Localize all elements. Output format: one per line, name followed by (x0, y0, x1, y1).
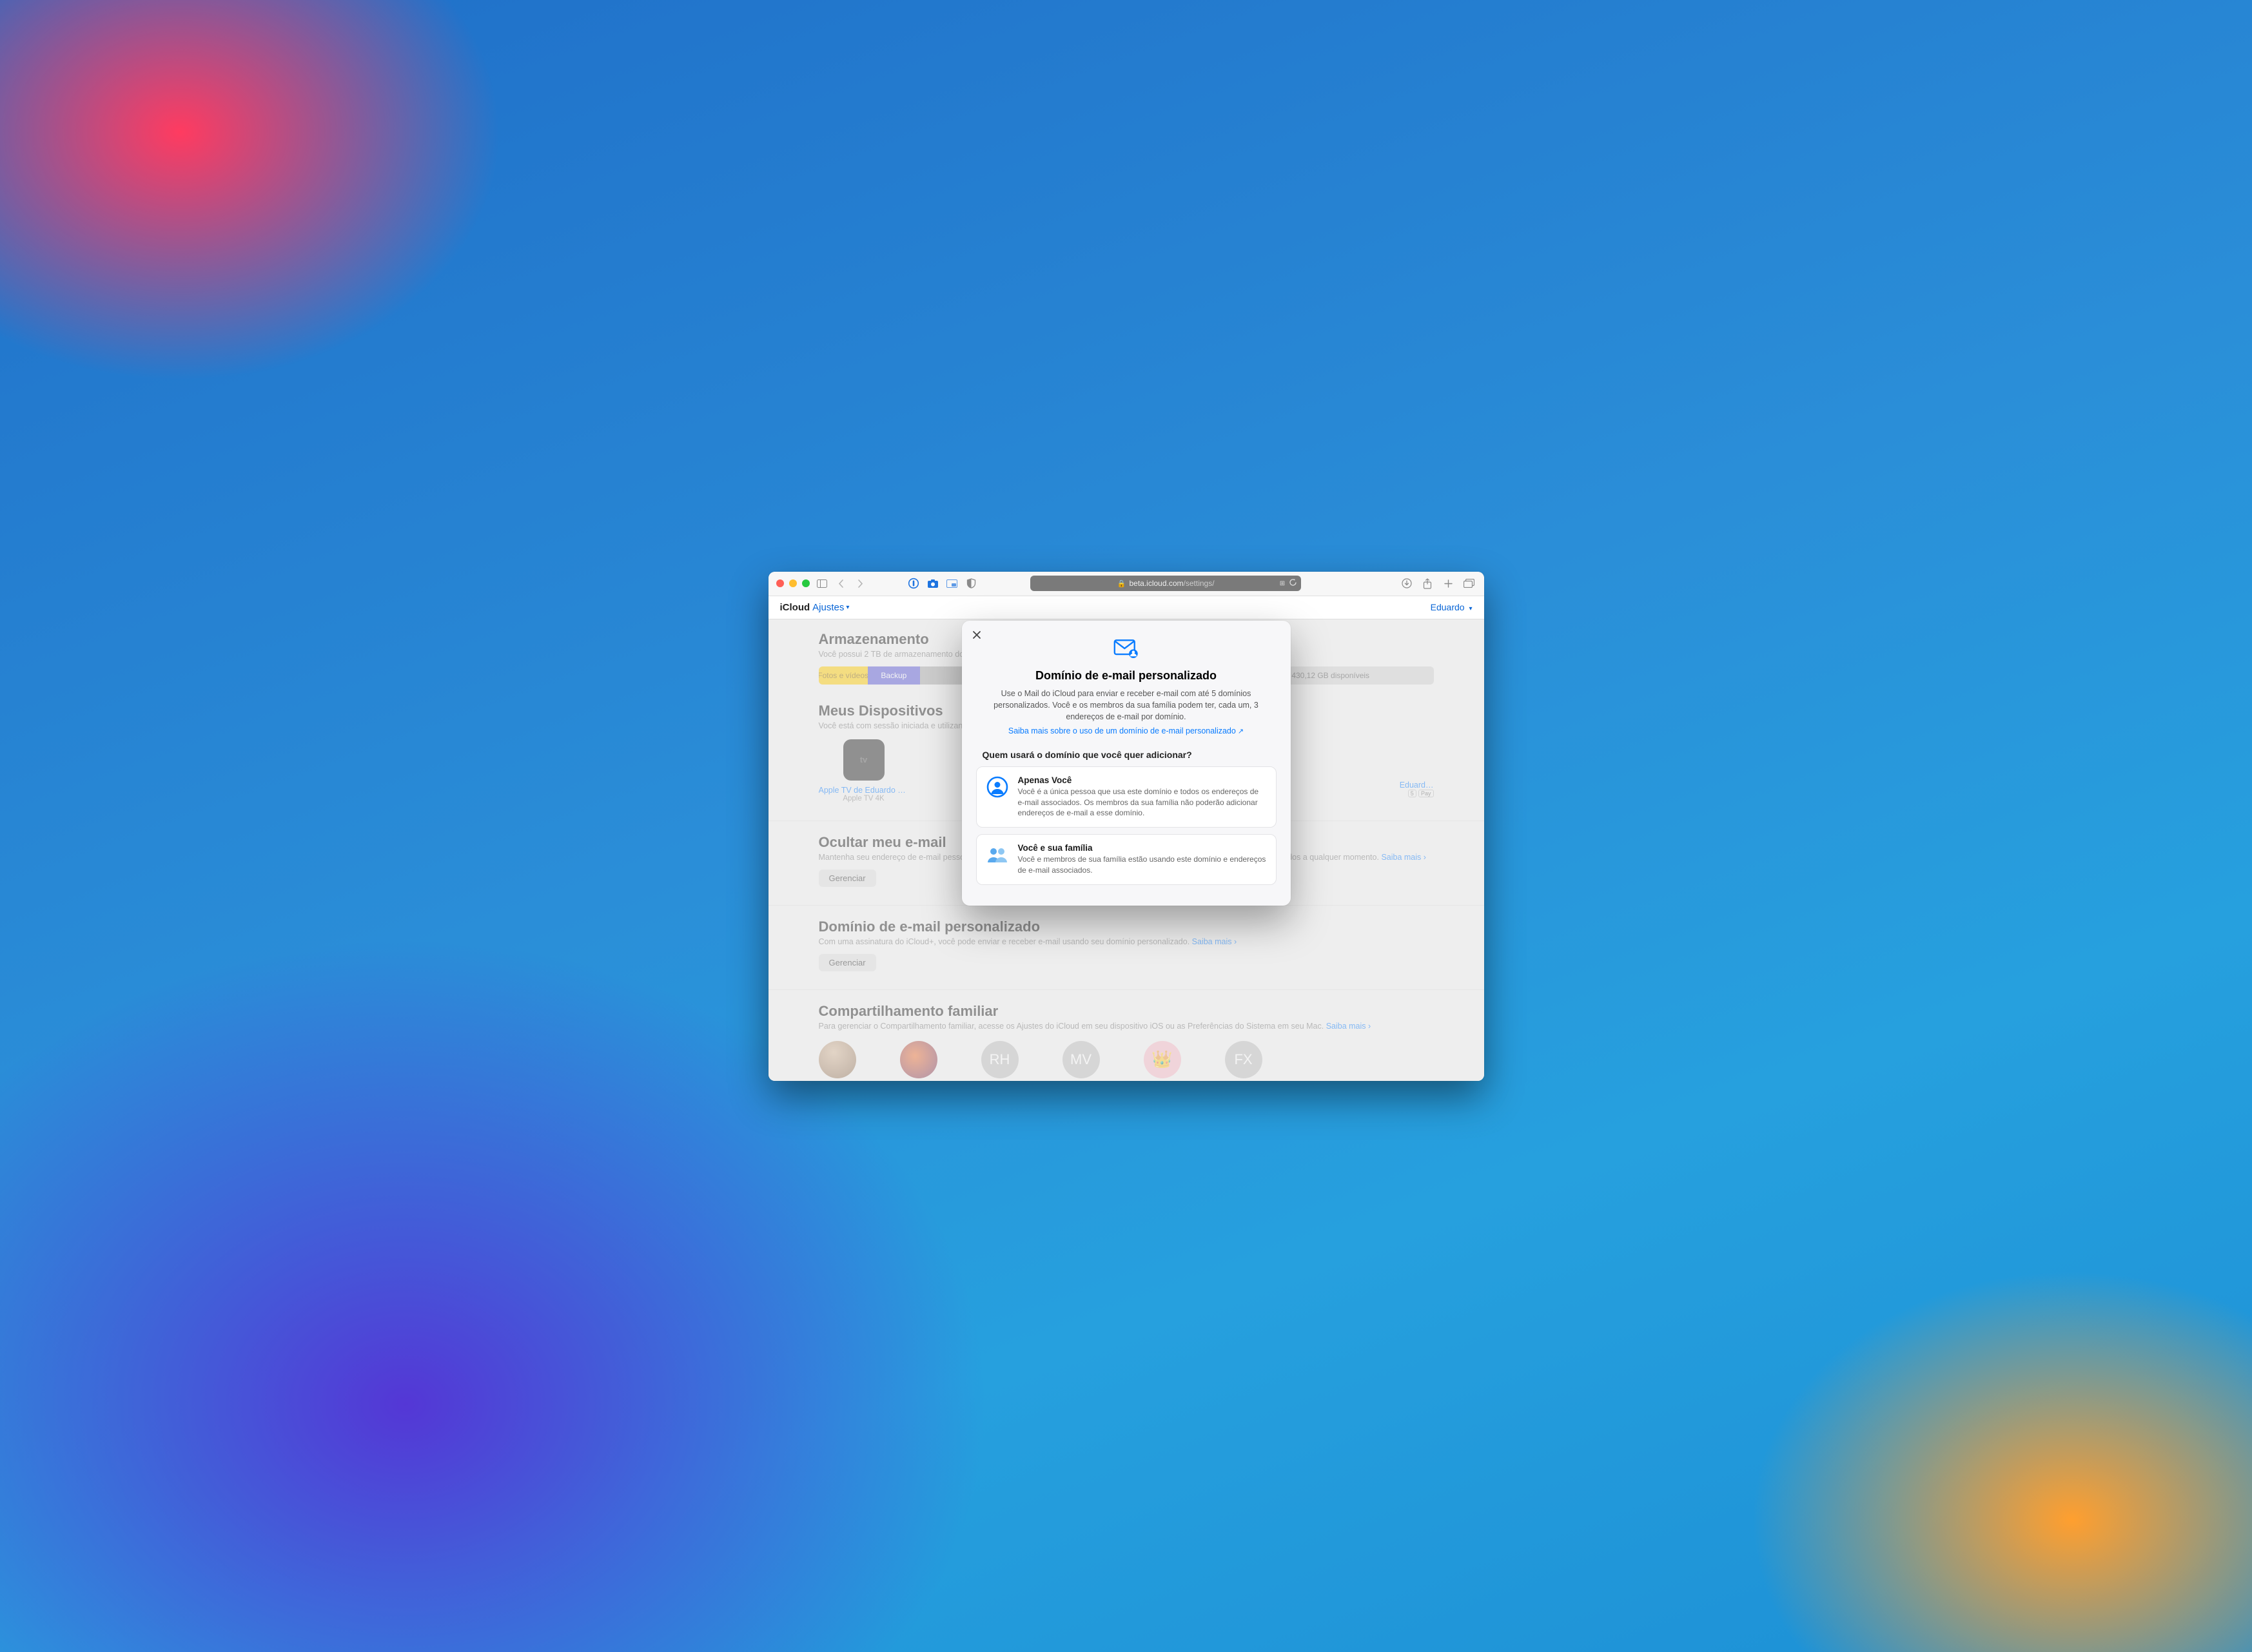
option-title: Você e sua família (1018, 843, 1267, 853)
modal-learn-more-link[interactable]: Saiba mais sobre o uso de um domínio de … (976, 726, 1277, 735)
forward-button[interactable] (854, 576, 868, 590)
back-button[interactable] (834, 576, 848, 590)
option-desc: Você é a única pessoa que usa este domín… (1018, 786, 1267, 819)
maximize-window-button[interactable] (802, 579, 810, 587)
minimize-window-button[interactable] (789, 579, 797, 587)
close-window-button[interactable] (776, 579, 784, 587)
modal-desc: Use o Mail do iCloud para enviar e receb… (976, 688, 1277, 723)
custom-domain-modal: Domínio de e-mail personalizado Use o Ma… (962, 621, 1291, 906)
onepassword-icon[interactable] (906, 576, 921, 590)
privacy-shield-icon[interactable] (964, 576, 979, 590)
downloads-icon[interactable] (1400, 576, 1414, 590)
sidebar-toggle-icon[interactable] (815, 576, 829, 590)
breadcrumb-settings[interactable]: Ajustes (812, 602, 844, 613)
option-desc: Você e membros de sua família estão usan… (1018, 854, 1267, 876)
person-circle-icon (986, 775, 1009, 799)
modal-question: Quem usará o domínio que você quer adici… (983, 750, 1277, 760)
camera-extension-icon[interactable] (926, 576, 940, 590)
share-icon[interactable] (1420, 576, 1434, 590)
envelope-user-icon (976, 637, 1277, 663)
close-icon[interactable] (972, 630, 981, 643)
pip-extension-icon[interactable] (945, 576, 959, 590)
lock-icon: 🔒 (1117, 579, 1126, 588)
account-menu[interactable]: Eduardo ▾ (1431, 602, 1473, 612)
people-icon (986, 843, 1009, 866)
safari-toolbar: 🔒 beta.icloud.com/settings/ ⊞ (769, 572, 1484, 596)
icloud-brand: iCloud (780, 602, 810, 613)
option-only-you[interactable]: Apenas Você Você é a única pessoa que us… (976, 766, 1277, 828)
chevron-down-icon: ▾ (1469, 605, 1472, 612)
tabs-overview-icon[interactable] (1462, 576, 1476, 590)
option-title: Apenas Você (1018, 775, 1267, 785)
window-controls (776, 579, 810, 587)
option-you-and-family[interactable]: Você e sua família Você e membros de sua… (976, 834, 1277, 885)
new-tab-icon[interactable] (1441, 576, 1455, 590)
safari-window: 🔒 beta.icloud.com/settings/ ⊞ (769, 572, 1484, 1081)
url-text: beta.icloud.com/settings/ (1129, 579, 1214, 588)
reload-icon[interactable] (1289, 578, 1297, 588)
reader-icon[interactable]: ⊞ (1280, 580, 1285, 587)
chevron-down-icon: ▾ (846, 604, 849, 611)
url-bar[interactable]: 🔒 beta.icloud.com/settings/ ⊞ (1030, 576, 1301, 591)
icloud-header: iCloud Ajustes ▾ Eduardo ▾ (769, 596, 1484, 619)
modal-title: Domínio de e-mail personalizado (976, 669, 1277, 683)
